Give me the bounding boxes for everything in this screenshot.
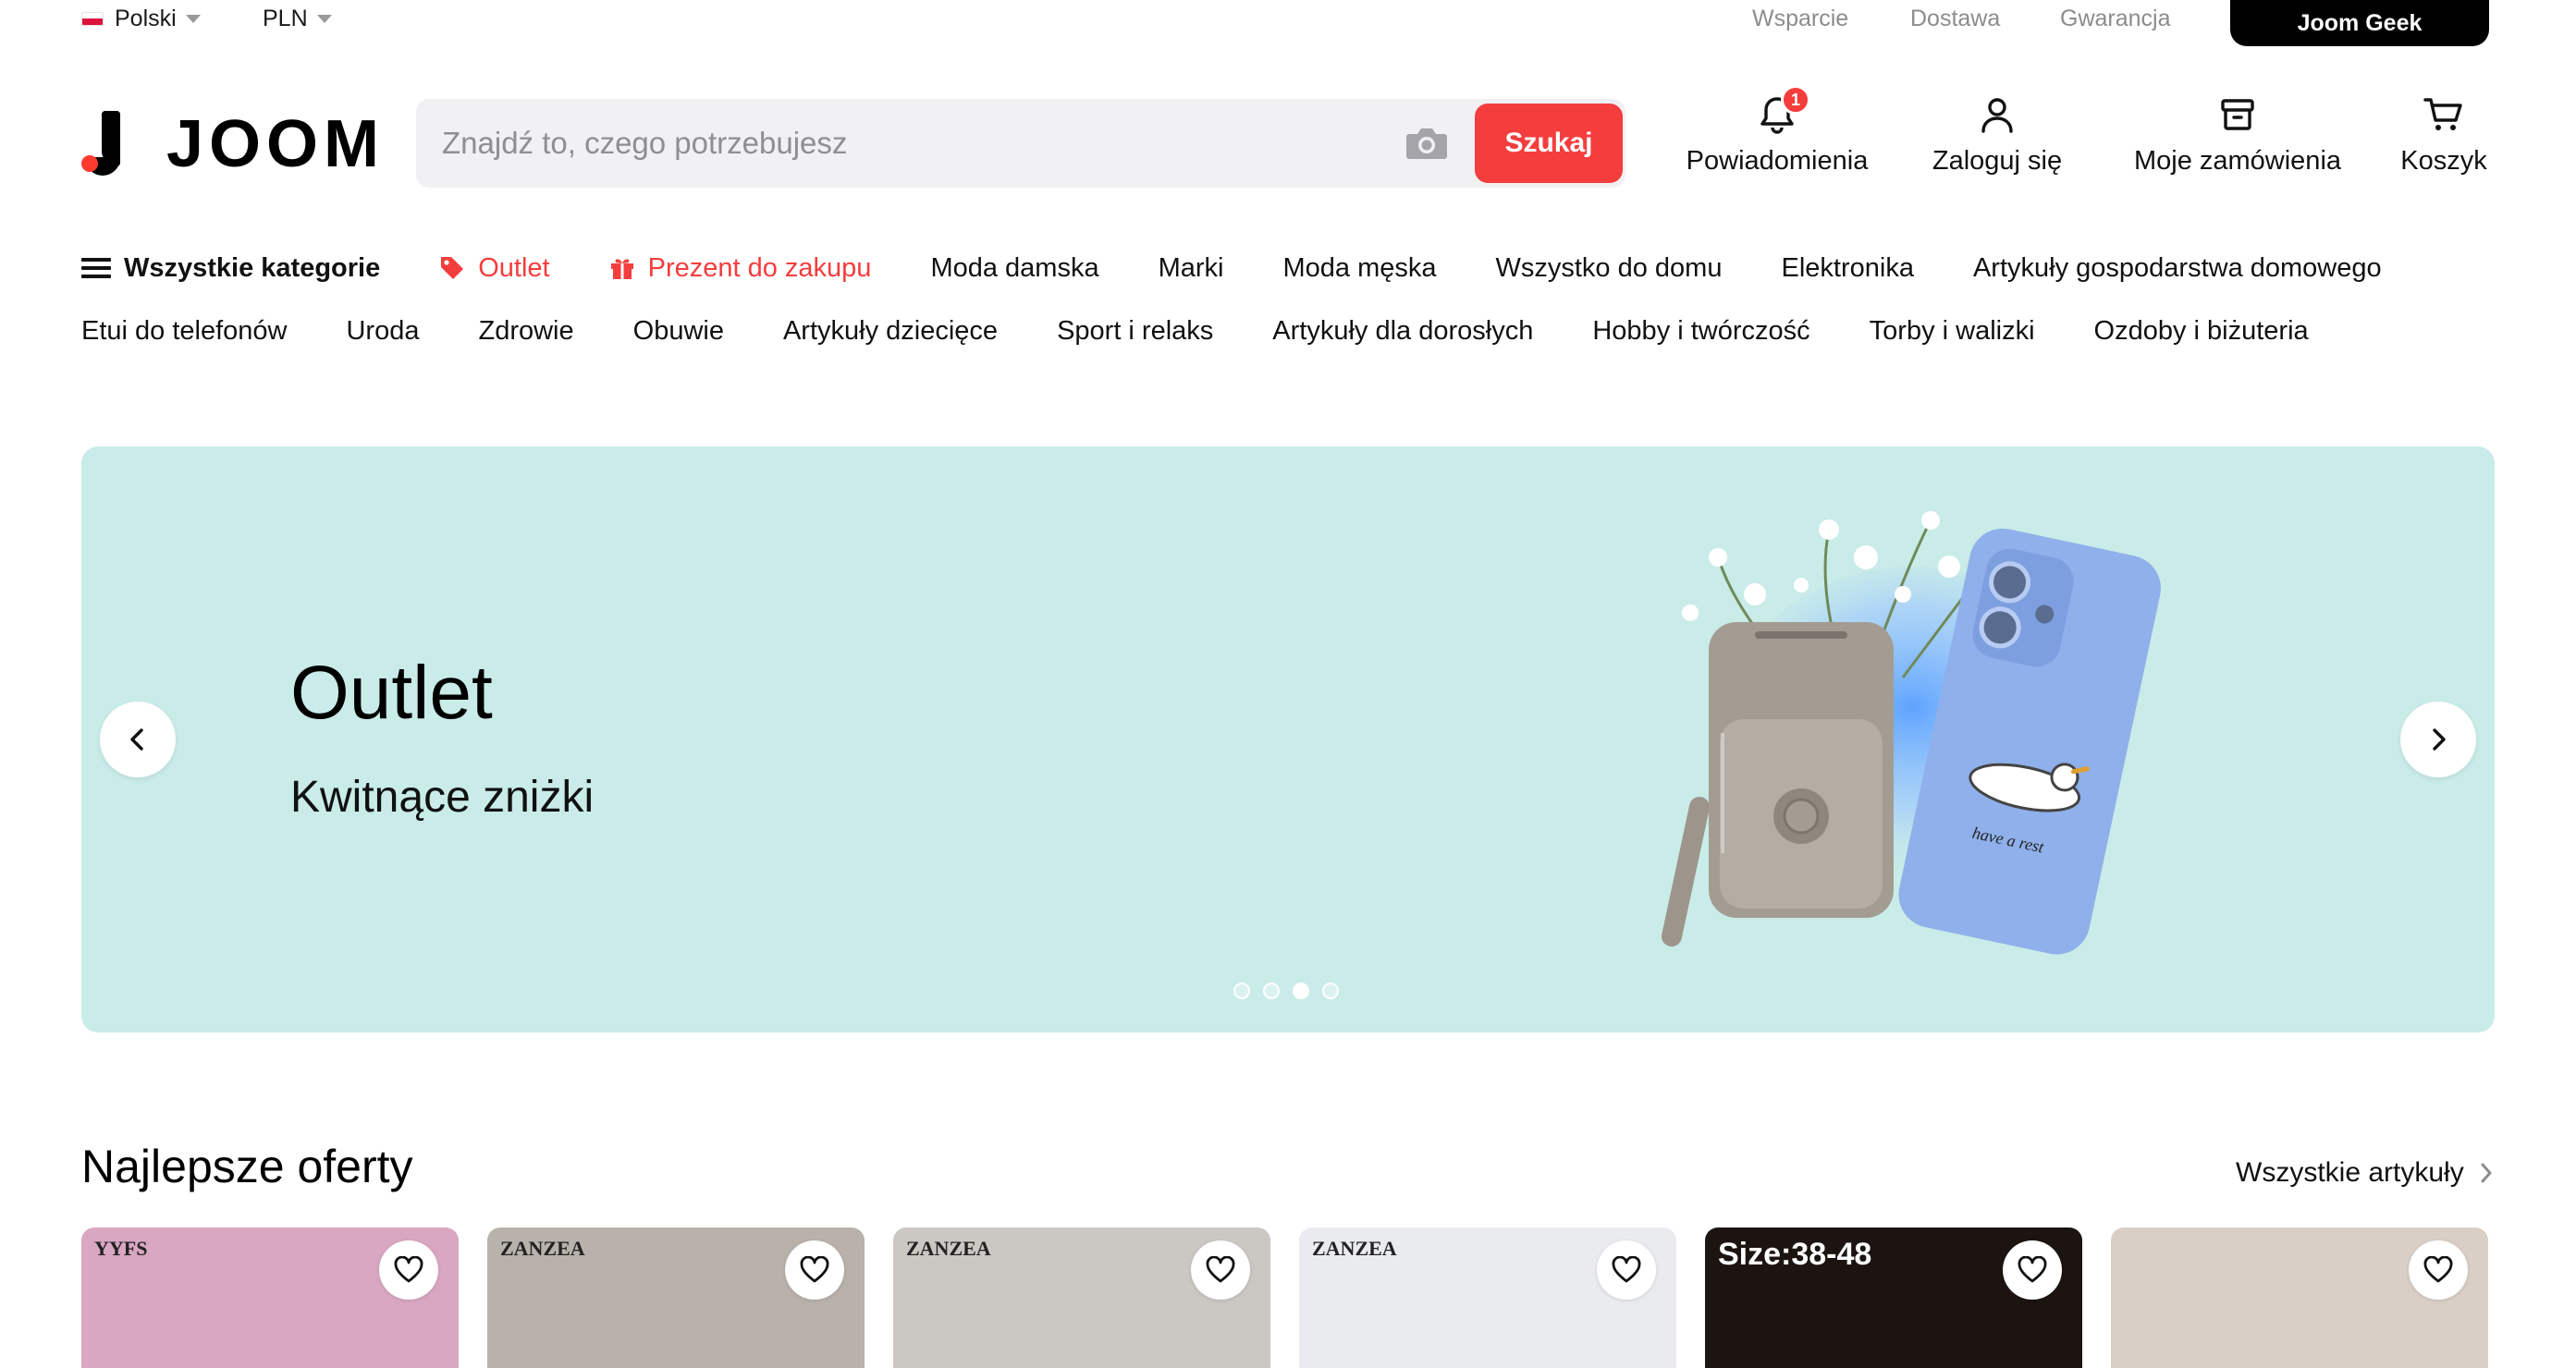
product-brand-label: ZANZEA: [906, 1237, 991, 1260]
product-brand-label: Size:38-48: [1718, 1237, 1872, 1272]
banner-next-button[interactable]: [2400, 702, 2476, 777]
banner-prev-button[interactable]: [100, 702, 176, 777]
login-label: Zaloguj się: [1932, 146, 2063, 176]
product-brand-label: ZANZEA: [1312, 1237, 1397, 1260]
joom-logo[interactable]: JOOM: [81, 111, 385, 177]
banner-illustration: have a rest: [1662, 511, 2161, 955]
orders-box-icon: [2221, 99, 2254, 130]
product-card[interactable]: ZANZEA: [1299, 1228, 1676, 1368]
banner-subtitle: Kwitnące zniżki: [290, 773, 595, 822]
banner-dot[interactable]: [1233, 983, 1250, 999]
search-input[interactable]: [442, 116, 1385, 171]
see-all-link[interactable]: Wszystkie artykuły: [2236, 1157, 2496, 1189]
language-selector[interactable]: Polski: [81, 0, 201, 37]
hero-banner[interactable]: Outlet Kwitnące zniżki have a rest: [81, 446, 2495, 1032]
banner-dot[interactable]: [1322, 983, 1339, 999]
banner-title: Outlet: [290, 651, 493, 735]
category-brands[interactable]: Marki: [1159, 253, 1224, 284]
category-shoes[interactable]: Obuwie: [633, 316, 724, 347]
category-hobby[interactable]: Hobby i twórczość: [1592, 316, 1809, 347]
favorite-button[interactable]: [2003, 1240, 2062, 1300]
bag-illustration: [1662, 622, 1894, 947]
heart-icon: [2018, 1256, 2047, 1283]
product-card[interactable]: YYFS: [81, 1228, 459, 1368]
joom-geek-button[interactable]: Joom Geek: [2230, 0, 2489, 46]
top-bar: Polski PLN Wsparcie Dostawa Gwarancja Jo…: [0, 0, 2576, 46]
banner-dot-active[interactable]: [1293, 983, 1309, 999]
heart-icon: [1206, 1256, 1235, 1283]
camera-icon[interactable]: [1405, 126, 1448, 161]
category-men-fashion[interactable]: Moda męska: [1282, 253, 1436, 284]
heart-icon: [800, 1256, 829, 1283]
joom-logo-icon: [81, 111, 126, 177]
deals-section-title: Najlepsze oferty: [81, 1141, 413, 1192]
cart-button[interactable]: Koszyk: [2393, 92, 2495, 194]
user-icon: [1981, 98, 2013, 133]
favorite-button[interactable]: [1597, 1240, 1656, 1300]
caret-down-icon: [185, 14, 201, 23]
banner-dot[interactable]: [1263, 983, 1280, 999]
category-jewelry[interactable]: Ozdoby i biżuteria: [2094, 316, 2309, 347]
notifications-label: Powiadomienia: [1686, 146, 1869, 176]
cart-label: Koszyk: [2400, 146, 2487, 176]
caret-down-icon: [316, 14, 332, 23]
category-beauty[interactable]: Uroda: [346, 316, 419, 347]
favorite-button[interactable]: [1191, 1240, 1250, 1300]
category-adults[interactable]: Artykuły dla dorosłych: [1272, 316, 1533, 347]
product-card[interactable]: [2111, 1228, 2488, 1368]
category-phone-cases[interactable]: Etui do telefonów: [81, 316, 287, 347]
product-brand-label: YYFS: [94, 1237, 148, 1260]
logo-text: JOOM: [166, 107, 386, 181]
poland-flag-icon: [81, 11, 104, 26]
category-women-fashion[interactable]: Moda damska: [930, 253, 1098, 284]
all-categories-button[interactable]: Wszystkie kategorie: [81, 253, 380, 284]
gift-icon: [610, 259, 633, 279]
hamburger-menu-icon: [81, 258, 111, 278]
favorite-button[interactable]: [379, 1240, 438, 1300]
chevron-left-icon: [130, 728, 143, 751]
product-card[interactable]: ZANZEA: [487, 1228, 865, 1368]
cart-icon: [2423, 98, 2462, 130]
tag-icon: [441, 257, 464, 279]
heart-icon: [1612, 1256, 1641, 1283]
category-electronics[interactable]: Elektronika: [1781, 253, 1913, 284]
language-label: Polski: [115, 5, 177, 31]
category-row-1: Wszystkie kategorie Outlet Prezent do za…: [81, 248, 2441, 288]
category-row-2: Etui do telefonów Uroda Zdrowie Obuwie A…: [81, 311, 2368, 351]
currency-label: PLN: [263, 5, 308, 31]
warranty-link[interactable]: Gwarancja: [2060, 0, 2171, 37]
banner-pagination: [1233, 983, 1352, 999]
category-health[interactable]: Zdrowie: [478, 316, 573, 347]
heart-icon: [2423, 1256, 2453, 1283]
delivery-link[interactable]: Dostawa: [1910, 0, 2000, 37]
product-brand-label: ZANZEA: [500, 1237, 585, 1260]
category-kids[interactable]: Artykuły dziecięce: [783, 316, 998, 347]
notifications-button[interactable]: 1 Powiadomienia: [1685, 85, 1870, 194]
chevron-right-icon: [2433, 728, 2446, 751]
product-card[interactable]: Size:38-48: [1705, 1228, 2082, 1368]
favorite-button[interactable]: [2409, 1240, 2468, 1300]
category-gift[interactable]: Prezent do zakupu: [609, 253, 871, 284]
category-household[interactable]: Artykuły gospodarstwa domowego: [1973, 253, 2382, 284]
favorite-button[interactable]: [785, 1240, 844, 1300]
category-outlet[interactable]: Outlet: [439, 253, 550, 284]
search-button[interactable]: Szukaj: [1475, 104, 1623, 183]
product-card[interactable]: ZANZEA: [893, 1228, 1270, 1368]
category-home[interactable]: Wszystko do domu: [1496, 253, 1723, 284]
orders-button[interactable]: Moje zamówienia: [2117, 92, 2358, 194]
chevron-right-icon: [2481, 1163, 2492, 1183]
heart-icon: [394, 1256, 423, 1283]
category-bags[interactable]: Torby i walizki: [1870, 316, 2035, 347]
support-link[interactable]: Wsparcie: [1752, 0, 1848, 37]
login-button[interactable]: Zaloguj się: [1923, 92, 2071, 194]
category-sport[interactable]: Sport i relaks: [1057, 316, 1213, 347]
currency-selector[interactable]: PLN: [263, 0, 332, 37]
notification-badge: 1: [1781, 85, 1810, 115]
orders-label: Moje zamówienia: [2133, 146, 2342, 176]
